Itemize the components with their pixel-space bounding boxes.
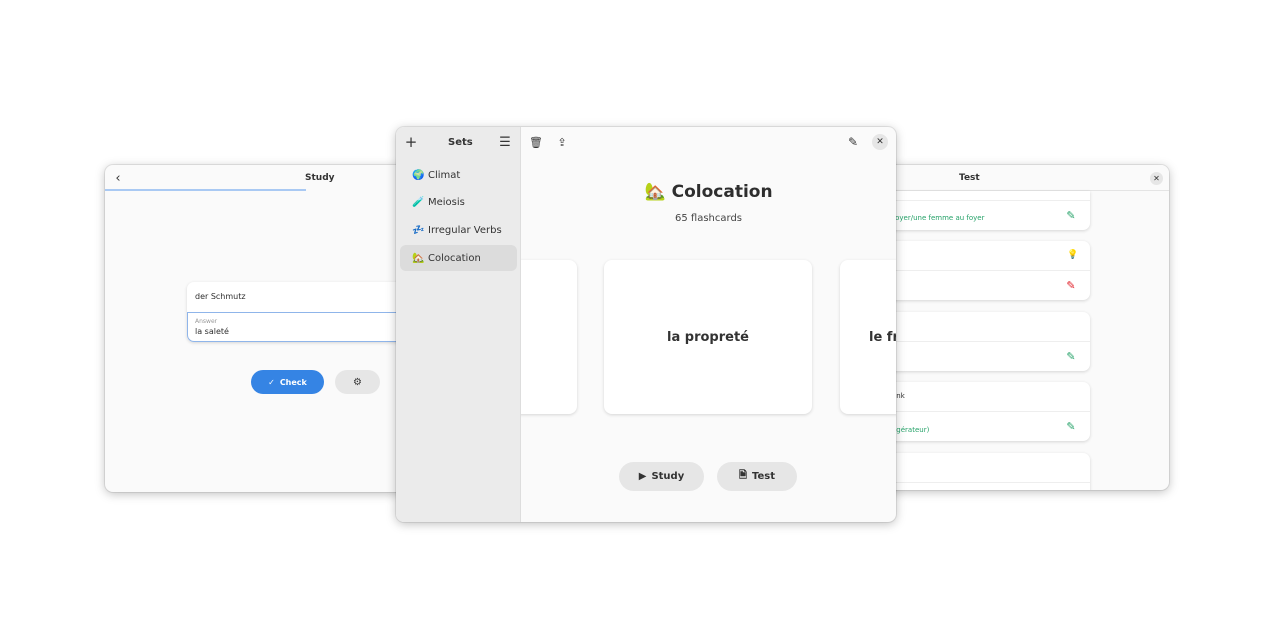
test-button[interactable]: 🗎 Test bbox=[717, 462, 797, 491]
sidebar-item-label: Colocation bbox=[428, 252, 481, 264]
sidebar-item-label: Meiosis bbox=[428, 196, 465, 208]
zzz-icon: 💤 bbox=[412, 224, 425, 236]
settings-button[interactable]: ⚙ bbox=[335, 370, 380, 394]
test-row: ank frigérateur) ✎ bbox=[875, 382, 1090, 441]
study-window: ‹ Study der Schmutz Answer la saleté ✓ Ch… bbox=[105, 165, 405, 492]
study-label: Study bbox=[651, 471, 685, 482]
question-card: der Schmutz Answer la saleté bbox=[187, 282, 405, 342]
window-title: Study bbox=[305, 173, 335, 183]
sidebar-item-irregular-verbs[interactable]: 💤 Irregular Verbs bbox=[400, 217, 517, 243]
pencil-icon[interactable]: ✎ bbox=[1065, 279, 1077, 292]
sidebar-title: Sets bbox=[448, 137, 473, 148]
window-title: Test bbox=[959, 173, 980, 183]
menu-icon[interactable]: ☰ bbox=[498, 135, 512, 150]
header-bar bbox=[875, 165, 1169, 191]
sidebar-item-label: Climat bbox=[428, 169, 461, 181]
test-row: ✎ bbox=[875, 312, 1090, 371]
gear-icon: ⚙ bbox=[353, 376, 362, 388]
test-label: Test bbox=[752, 471, 776, 482]
sidebar-item-colocation[interactable]: 🏡 Colocation bbox=[400, 245, 517, 271]
sidebar-item-label: Irregular Verbs bbox=[428, 224, 502, 236]
question-text: der Schmutz bbox=[195, 292, 246, 301]
card-text: la propreté bbox=[667, 329, 749, 345]
back-icon[interactable]: ‹ bbox=[111, 171, 125, 186]
test-tube-icon: 🧪 bbox=[412, 196, 425, 208]
test-window: Test ✕ u foyer/une femme au foyer ✎ 💡 ✎ … bbox=[875, 165, 1169, 490]
document-icon: 🗎 bbox=[738, 470, 748, 481]
pencil-icon[interactable]: ✎ bbox=[1065, 420, 1077, 433]
pencil-icon[interactable]: ✎ bbox=[1065, 350, 1077, 363]
sidebar-item-climat[interactable]: 🌍 Climat bbox=[400, 162, 517, 188]
answer-text: u foyer/une femme au foyer bbox=[886, 214, 985, 222]
test-row: 💡 ✎ bbox=[875, 241, 1090, 300]
test-row bbox=[875, 453, 1090, 490]
progress-bar bbox=[105, 189, 306, 191]
sidebar: + Sets ☰ 🌍 Climat 🧪 Meiosis 💤 Irregular Ver… bbox=[396, 127, 521, 522]
answer-label: Answer bbox=[195, 318, 218, 325]
flashcard[interactable] bbox=[521, 260, 577, 414]
flashcard[interactable]: la propreté bbox=[604, 260, 812, 414]
answer-input[interactable]: Answer la saleté bbox=[187, 312, 405, 342]
add-icon[interactable]: + bbox=[404, 133, 418, 151]
answer-value: la saleté bbox=[195, 327, 229, 336]
sidebar-item-meiosis[interactable]: 🧪 Meiosis bbox=[400, 189, 517, 215]
check-icon: ✓ bbox=[268, 377, 275, 387]
test-row: u foyer/une femme au foyer ✎ bbox=[875, 191, 1090, 230]
study-button[interactable]: ▶ Study bbox=[619, 462, 704, 491]
card-carousel[interactable]: la propreté le fri bbox=[521, 127, 896, 522]
flashcard[interactable]: le fri bbox=[840, 260, 896, 414]
close-icon[interactable]: ✕ bbox=[1150, 172, 1163, 185]
check-button[interactable]: ✓ Check bbox=[251, 370, 324, 394]
lightbulb-icon[interactable]: 💡 bbox=[1067, 249, 1079, 261]
play-icon: ▶ bbox=[638, 471, 647, 482]
check-label: Check bbox=[279, 377, 307, 387]
main-window: + Sets ☰ 🌍 Climat 🧪 Meiosis 💤 Irregular Ver… bbox=[396, 127, 896, 522]
globe-icon: 🌍 bbox=[412, 169, 425, 181]
house-icon: 🏡 bbox=[412, 252, 425, 264]
card-text: le fri bbox=[869, 329, 896, 345]
pencil-icon[interactable]: ✎ bbox=[1065, 209, 1077, 222]
